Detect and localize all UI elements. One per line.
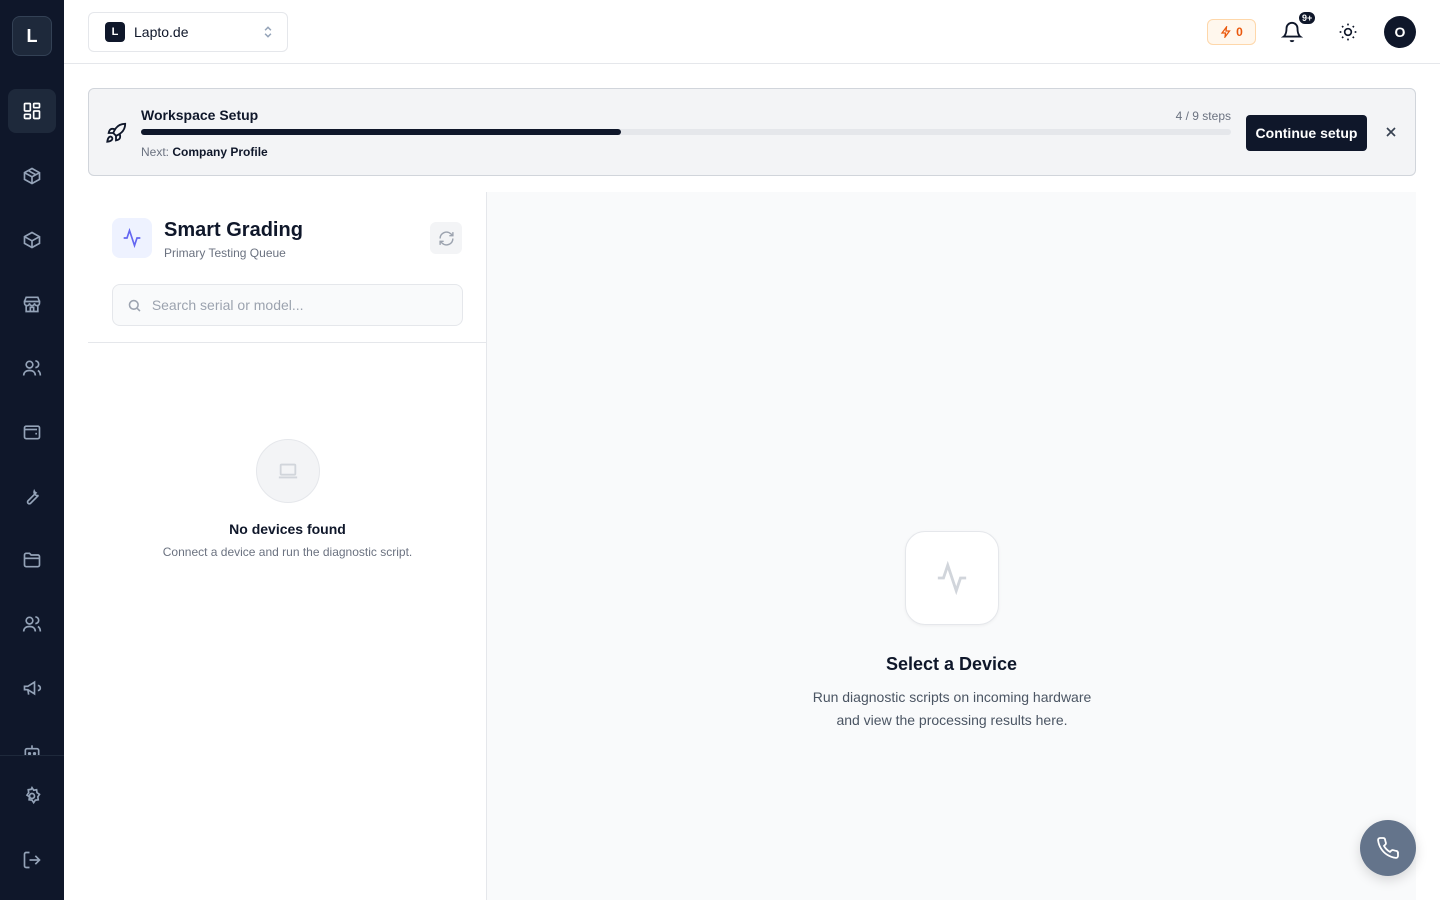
users-icon xyxy=(22,360,42,376)
device-detail-panel: Select a Device Run diagnostic scripts o… xyxy=(487,192,1416,900)
sidebar-item-team[interactable] xyxy=(8,602,56,646)
phone-icon xyxy=(1377,837,1399,859)
store-icon xyxy=(23,296,41,313)
dashboard-icon xyxy=(23,102,41,120)
refresh-button[interactable] xyxy=(430,222,462,254)
laptop-icon xyxy=(278,463,298,479)
chevron-up-down-icon xyxy=(264,26,272,38)
select-device-title: Select a Device xyxy=(885,654,1018,674)
search-icon xyxy=(128,299,141,312)
workspace-name: Lapto.de xyxy=(134,24,189,40)
empty-state-subtitle: Connect a device and run the diagnostic … xyxy=(162,545,413,559)
setup-next-step: Next: Company Profile xyxy=(141,145,268,159)
sidebar-item-store[interactable] xyxy=(8,282,56,326)
workspace-setup-banner: Workspace Setup 4 / 9 steps Next: Compan… xyxy=(88,88,1416,176)
top-bar: L Lapto.de 0 9+ O xyxy=(64,0,1440,64)
next-step-name: Company Profile xyxy=(172,145,268,159)
sidebar: L xyxy=(0,0,64,900)
logout-icon xyxy=(23,851,41,869)
credits-badge[interactable]: 0 xyxy=(1207,19,1256,45)
folder-icon xyxy=(23,552,41,568)
empty-state-title: No devices found xyxy=(229,521,346,537)
search-input[interactable] xyxy=(151,297,448,313)
sun-icon xyxy=(1339,23,1357,41)
sidebar-item-marketing[interactable] xyxy=(8,666,56,710)
sidebar-item-settings[interactable] xyxy=(8,774,56,818)
call-support-button[interactable] xyxy=(1360,820,1416,876)
sidebar-divider xyxy=(0,755,64,756)
package-icon xyxy=(23,231,41,249)
next-label: Next: xyxy=(141,145,170,159)
workspace-badge: L xyxy=(105,22,125,42)
select-device-icon-box xyxy=(905,531,999,625)
refresh-icon xyxy=(438,230,454,246)
credits-count: 0 xyxy=(1236,25,1243,39)
team-icon xyxy=(22,616,42,632)
close-icon[interactable] xyxy=(1383,124,1399,140)
panel-subtitle: Primary Testing Queue xyxy=(164,246,286,260)
select-device-subtitle: Run diagnostic scripts on incoming hardw… xyxy=(812,689,1092,728)
sidebar-item-inventory[interactable] xyxy=(8,218,56,262)
app-logo[interactable]: L xyxy=(12,16,52,56)
sidebar-item-dashboard[interactable] xyxy=(8,89,56,133)
setup-steps-count: 4 / 9 steps xyxy=(1175,109,1231,123)
bot-icon xyxy=(24,745,40,755)
setup-progress-fill xyxy=(141,129,621,135)
box-icon xyxy=(23,167,41,185)
settings-icon xyxy=(25,786,41,805)
theme-toggle[interactable] xyxy=(1336,20,1360,44)
activity-icon xyxy=(123,228,141,248)
sidebar-item-automation[interactable] xyxy=(8,740,56,755)
sidebar-scroll-overflow xyxy=(0,740,64,755)
device-queue-panel: Smart Grading Primary Testing Queue No d… xyxy=(88,192,487,900)
notification-count-badge: 9+ xyxy=(1297,10,1318,26)
rocket-icon xyxy=(106,122,127,143)
sidebar-item-finance[interactable] xyxy=(8,410,56,454)
setup-progress-bar xyxy=(141,129,1231,135)
panel-divider xyxy=(88,342,487,343)
sidebar-item-products[interactable] xyxy=(8,154,56,198)
megaphone-icon xyxy=(23,680,42,696)
sidebar-item-logout[interactable] xyxy=(8,838,56,882)
workspace-selector[interactable]: L Lapto.de xyxy=(88,12,288,52)
user-avatar[interactable]: O xyxy=(1384,16,1416,48)
sidebar-item-repairs[interactable] xyxy=(8,474,56,518)
continue-setup-button[interactable]: Continue setup xyxy=(1246,115,1367,151)
device-search[interactable] xyxy=(112,284,463,326)
sidebar-item-files[interactable] xyxy=(8,538,56,582)
smart-grading-icon-box xyxy=(112,218,152,258)
panel-title: Smart Grading xyxy=(164,219,303,241)
wrench-icon xyxy=(26,488,40,505)
wallet-icon xyxy=(23,425,41,440)
lightning-icon xyxy=(1220,26,1231,38)
empty-state-icon-circle xyxy=(256,439,320,503)
activity-icon xyxy=(937,561,967,595)
setup-title: Workspace Setup xyxy=(141,107,259,123)
sidebar-item-customers[interactable] xyxy=(8,346,56,390)
